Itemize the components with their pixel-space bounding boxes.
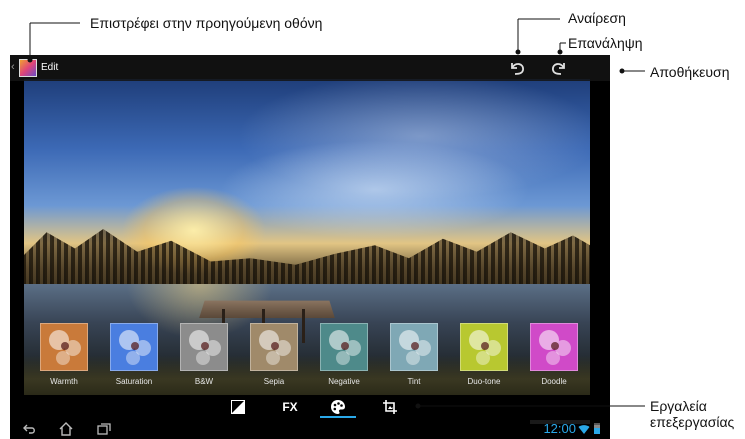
- filter-label: Saturation: [115, 377, 153, 386]
- filter-label: Sepia: [263, 377, 285, 386]
- filter-label: Negative: [328, 377, 360, 386]
- wifi-icon: [578, 425, 590, 434]
- tools-callout-line1: Εργαλεία: [650, 398, 707, 414]
- nav-home-button[interactable]: [58, 421, 74, 437]
- contrast-icon: [231, 400, 245, 414]
- back-icon: [23, 424, 35, 434]
- system-bar: 12:00: [10, 418, 610, 439]
- filter-strip: Warmth Saturation B&W Sepia Negative Tin…: [34, 323, 590, 395]
- crop-icon: [383, 400, 397, 414]
- filter-thumbnail: [320, 323, 368, 371]
- filter-thumbnail: [40, 323, 88, 371]
- filter-thumbnail: [180, 323, 228, 371]
- filter-thumbnail: [250, 323, 298, 371]
- tablet-screen: ‹ Edit Warmth Saturation B&W Sepia Negat…: [10, 55, 610, 439]
- redo-button[interactable]: [548, 57, 570, 79]
- undo-icon: [511, 63, 524, 75]
- redo-callout: Επανάληψη: [568, 35, 643, 51]
- filter-label: Tint: [407, 377, 421, 386]
- palette-icon: [331, 400, 345, 414]
- up-caret-icon[interactable]: ‹: [11, 61, 15, 73]
- filter-saturation[interactable]: Saturation: [104, 323, 164, 386]
- filter-doodle[interactable]: Doodle: [524, 323, 584, 386]
- tab-palette[interactable]: [320, 398, 356, 416]
- filter-bw[interactable]: B&W: [174, 323, 234, 386]
- tab-fx[interactable]: FX: [272, 398, 308, 416]
- filter-tint[interactable]: Tint: [384, 323, 444, 386]
- home-icon: [59, 422, 73, 436]
- filter-label: Warmth: [50, 377, 78, 386]
- filter-label: Duo-tone: [467, 377, 501, 386]
- nav-back-button[interactable]: [22, 421, 38, 437]
- filter-duotone[interactable]: Duo-tone: [454, 323, 514, 386]
- recent-apps-icon: [97, 423, 111, 435]
- filter-sepia[interactable]: Sepia: [244, 323, 304, 386]
- status-clock: 12:00: [543, 421, 576, 436]
- tab-contrast[interactable]: [220, 398, 256, 416]
- filter-warmth[interactable]: Warmth: [34, 323, 94, 386]
- filter-label: Doodle: [541, 377, 567, 386]
- edit-tools-bar: FX: [216, 396, 416, 418]
- screen-title[interactable]: Edit: [41, 62, 58, 73]
- filter-thumbnail: [530, 323, 578, 371]
- filter-thumbnail: [390, 323, 438, 371]
- back-callout: Επιστρέφει στην προηγούμενη οθόνη: [90, 15, 323, 31]
- nav-recent-apps-button[interactable]: [96, 421, 112, 437]
- battery-icon: [594, 423, 600, 434]
- filter-thumbnail: [460, 323, 508, 371]
- action-bar: ‹ Edit: [10, 55, 610, 81]
- filter-negative[interactable]: Negative: [314, 323, 374, 386]
- filter-thumbnail: [110, 323, 158, 371]
- app-icon[interactable]: [19, 59, 37, 77]
- tab-crop[interactable]: [372, 398, 408, 416]
- undo-callout: Αναίρεση: [568, 10, 626, 26]
- tools-callout-line2: επεξεργασίας: [650, 414, 735, 430]
- undo-button[interactable]: [506, 57, 528, 79]
- filter-label: B&W: [194, 377, 214, 386]
- save-callout: Αποθήκευση: [650, 64, 730, 80]
- redo-icon: [552, 63, 565, 75]
